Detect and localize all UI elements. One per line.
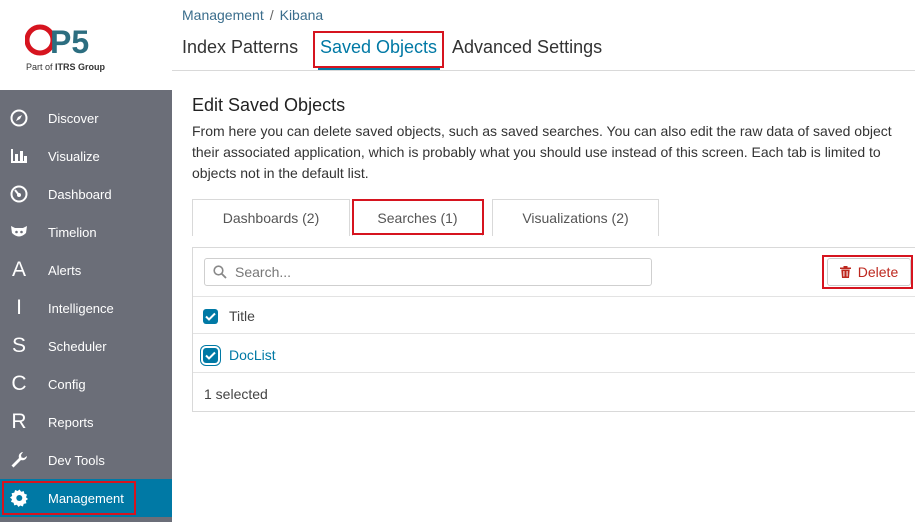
sidebar-item-scheduler[interactable]: S Scheduler bbox=[0, 327, 172, 365]
letter-r-icon: R bbox=[11, 410, 27, 433]
sidebar-item-reports[interactable]: R Reports bbox=[0, 403, 172, 441]
sidebar: P5 Part of ITRS Group Discover Visualize… bbox=[0, 0, 172, 522]
logo[interactable]: P5 Part of ITRS Group bbox=[0, 0, 172, 90]
letter-c-icon: C bbox=[11, 372, 27, 395]
sidebar-item-visualize[interactable]: Visualize bbox=[0, 137, 172, 175]
sidebar-item-config[interactable]: C Config bbox=[0, 365, 172, 403]
check-icon bbox=[205, 351, 216, 360]
breadcrumb-separator: / bbox=[269, 7, 274, 23]
letter-s-icon: S bbox=[11, 334, 26, 357]
sidebar-nav: Discover Visualize Dashboard Timelion A … bbox=[0, 90, 172, 522]
op5-logo-icon: P5 bbox=[25, 22, 105, 58]
sidebar-item-label: Scheduler bbox=[48, 338, 107, 354]
divider bbox=[193, 372, 915, 373]
wrench-icon bbox=[8, 449, 30, 471]
tab-index-patterns[interactable]: Index Patterns bbox=[182, 37, 298, 58]
sidebar-item-label: Reports bbox=[48, 414, 94, 430]
sidebar-item-dev-tools[interactable]: Dev Tools bbox=[0, 441, 172, 479]
sidebar-item-alerts[interactable]: A Alerts bbox=[0, 251, 172, 289]
gauge-icon bbox=[8, 183, 30, 205]
sidebar-item-label: Config bbox=[48, 376, 86, 392]
search-input[interactable] bbox=[233, 263, 637, 281]
logo-tagline: Part of ITRS Group bbox=[26, 62, 106, 72]
page-description: From here you can delete saved objects, … bbox=[192, 123, 892, 181]
sidebar-item-label: Dev Tools bbox=[48, 452, 105, 468]
highlight-box bbox=[2, 481, 136, 515]
highlight-box bbox=[822, 255, 913, 289]
letter-i-icon: I bbox=[16, 296, 22, 319]
breadcrumb: Management / Kibana bbox=[182, 7, 323, 23]
highlight-box bbox=[352, 199, 484, 235]
sidebar-item-label: Visualize bbox=[48, 148, 100, 164]
tab-dashboards[interactable]: Dashboards (2) bbox=[192, 199, 350, 236]
divider bbox=[193, 333, 915, 334]
saved-objects-panel: Delete Title DocList 1 selected bbox=[192, 247, 915, 412]
row-checkbox[interactable] bbox=[203, 348, 218, 363]
sidebar-item-timelion[interactable]: Timelion bbox=[0, 213, 172, 251]
selected-count: 1 selected bbox=[204, 386, 268, 402]
letter-a-icon: A bbox=[11, 258, 26, 281]
search-icon bbox=[213, 265, 227, 279]
search-field[interactable] bbox=[204, 258, 652, 286]
select-all-checkbox[interactable] bbox=[203, 309, 218, 324]
sidebar-item-label: Timelion bbox=[48, 224, 97, 240]
timelion-icon bbox=[8, 221, 30, 243]
column-header-title[interactable]: Title bbox=[229, 308, 255, 324]
tab-visualizations[interactable]: Visualizations (2) bbox=[492, 199, 659, 236]
sidebar-item-label: Discover bbox=[48, 110, 99, 126]
page-title: Edit Saved Objects bbox=[192, 95, 346, 115]
highlight-box bbox=[313, 31, 444, 68]
sidebar-item-label: Intelligence bbox=[48, 300, 114, 316]
sidebar-item-label: Dashboard bbox=[48, 186, 112, 202]
sidebar-item-label: Alerts bbox=[48, 262, 82, 278]
saved-object-link[interactable]: DocList bbox=[229, 347, 276, 363]
management-tabs: Index Patterns Saved Objects Advanced Se… bbox=[172, 30, 915, 71]
sidebar-item-intelligence[interactable]: I Intelligence bbox=[0, 289, 172, 327]
check-icon bbox=[205, 312, 216, 321]
divider bbox=[193, 296, 915, 297]
tab-advanced-settings[interactable]: Advanced Settings bbox=[452, 37, 602, 58]
svg-text:P5: P5 bbox=[50, 24, 89, 58]
bar-chart-icon bbox=[8, 145, 30, 167]
sidebar-item-dashboard[interactable]: Dashboard bbox=[0, 175, 172, 213]
breadcrumb-kibana[interactable]: Kibana bbox=[280, 7, 324, 23]
compass-icon bbox=[8, 107, 30, 129]
sidebar-item-discover[interactable]: Discover bbox=[0, 99, 172, 137]
breadcrumb-management[interactable]: Management bbox=[182, 7, 264, 23]
